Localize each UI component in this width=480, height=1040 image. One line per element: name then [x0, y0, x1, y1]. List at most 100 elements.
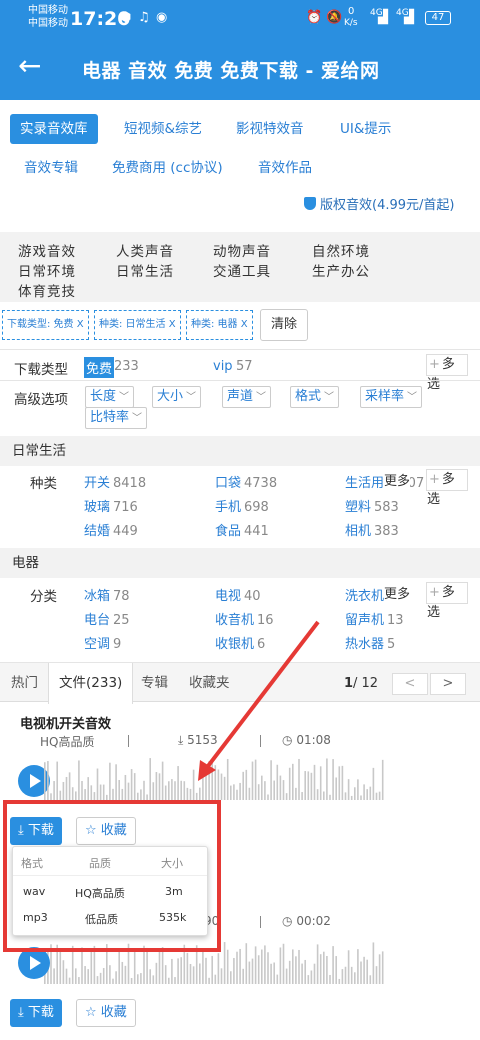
filter-chip-appliance[interactable]: 种类: 电器 X [186, 310, 253, 340]
waveform-bar [254, 759, 257, 800]
plus-icon: + [429, 585, 440, 600]
appliance-item[interactable]: 空调 9 [84, 633, 121, 652]
waveform-bar [199, 963, 201, 984]
kind-item[interactable]: 口袋 4738 [215, 472, 277, 491]
appliance-item[interactable]: 冰箱 78 [84, 585, 130, 604]
category-transport[interactable]: 交通工具 [213, 260, 271, 280]
appliance-item[interactable]: 电台 25 [84, 609, 130, 628]
multi-select-button[interactable]: + 多选 [426, 354, 468, 392]
category-animal[interactable]: 动物声音 [213, 240, 271, 260]
waveform-bar [50, 793, 52, 800]
vip-filter-link[interactable]: vip [213, 359, 233, 374]
waveform-bar [223, 776, 226, 800]
waveform-bar [118, 780, 120, 800]
copyright-sounds-link[interactable]: 版权音效(4.99元/首起) [304, 194, 454, 213]
size-dropdown[interactable]: 大小 ﹀ [152, 386, 202, 408]
category-human[interactable]: 人类声音 [116, 240, 174, 260]
format-dropdown[interactable]: 格式 ﹀ [290, 386, 340, 408]
category-sports[interactable]: 体育竞技 [18, 280, 76, 300]
channel-label: 声道 [227, 389, 254, 404]
waveform-bar [319, 766, 322, 800]
appliance-item[interactable]: 电视 40 [215, 585, 261, 604]
waveform-bar [140, 973, 142, 984]
more-button[interactable]: 更多 [384, 470, 411, 489]
waveform-bar [381, 951, 384, 984]
more-button[interactable]: 更多 [384, 583, 411, 602]
multi-select-button[interactable]: + 多选 [426, 469, 468, 507]
appliance-item-count: 25 [113, 613, 130, 628]
waveform[interactable] [44, 756, 384, 800]
category-daily-life[interactable]: 日常生活 [116, 260, 174, 280]
kind-item[interactable]: 手机 698 [215, 496, 269, 515]
waveform-bar [251, 761, 254, 800]
tab-film-effects[interactable]: 影视特效音 [226, 114, 314, 144]
tab-short-video[interactable]: 短视频&综艺 [114, 114, 212, 144]
appliance-item[interactable]: 热水器 5 [345, 633, 395, 652]
waveform-bar [332, 759, 334, 800]
waveform-bar [47, 761, 49, 800]
category-office[interactable]: 生产办公 [312, 260, 370, 280]
tab-ui-sounds[interactable]: UI&提示 [330, 114, 401, 144]
waveform-bar [375, 792, 378, 800]
filter-chip-free[interactable]: 下载类型: 免费 X [2, 310, 89, 340]
back-arrow-icon[interactable]: ← [18, 50, 41, 82]
waveform-bar [220, 968, 223, 984]
multi-select-button[interactable]: + 多选 [426, 582, 468, 620]
kind-item-count: 4738 [244, 476, 278, 491]
appliance-item[interactable]: 留声机 13 [345, 609, 404, 628]
carrier-2: 中国移动 [28, 18, 68, 29]
waveform-bar [161, 947, 164, 984]
waveform-bar [264, 945, 266, 984]
waveform-bar [375, 966, 378, 984]
kind-item[interactable]: 塑料 583 [345, 496, 399, 515]
appliance-item[interactable]: 收银机 6 [215, 633, 265, 652]
waveform-bar [59, 790, 62, 800]
tab-works[interactable]: 音效作品 [248, 153, 322, 183]
tab-files[interactable]: 文件(233) [48, 663, 134, 704]
kind-item-name: 口袋 [215, 476, 242, 491]
tab-album[interactable]: 专辑 [141, 663, 168, 703]
tab-favorites[interactable]: 收藏夹 [189, 663, 230, 703]
tab-field-recordings[interactable]: 实录音效库 [10, 114, 98, 144]
tab-hot[interactable]: 热门 [11, 663, 38, 703]
category-nature[interactable]: 自然环境 [312, 240, 370, 260]
filter-chip-daily-life[interactable]: 种类: 日常生活 X [94, 310, 181, 340]
waveform-bar [257, 784, 260, 800]
favorite-button[interactable]: ☆ 收藏 [76, 999, 136, 1027]
tab-free-commercial[interactable]: 免费商用 (cc协议) [102, 153, 233, 183]
kind-item[interactable]: 玻璃 716 [84, 496, 138, 515]
waveform-bar [168, 977, 170, 984]
kind-item[interactable]: 结婚 449 [84, 520, 138, 539]
clear-filters-button[interactable]: 清除 [260, 309, 308, 341]
appliance-item-count: 9 [113, 637, 122, 652]
song-title[interactable]: 电视机开关音效 [20, 713, 111, 732]
waveform-bar [171, 779, 173, 800]
download-label: 下载 [27, 1005, 54, 1020]
free-filter-link[interactable]: 免费 [84, 357, 115, 378]
category-daily-env[interactable]: 日常环境 [18, 260, 76, 280]
waveform-bar [124, 965, 127, 984]
waveform-bar [372, 942, 375, 984]
category-game[interactable]: 游戏音效 [18, 240, 76, 260]
kind-item[interactable]: 相机 383 [345, 520, 399, 539]
waveform-bar [53, 781, 55, 800]
waveform-bar [273, 780, 275, 800]
waveform-bar [298, 949, 300, 984]
appliance-item[interactable]: 收音机 16 [215, 609, 274, 628]
waveform-bar [161, 761, 164, 800]
sample-rate-dropdown[interactable]: 采样率 ﹀ [360, 386, 423, 408]
channel-dropdown[interactable]: 声道 ﹀ [222, 386, 272, 408]
prev-page-button[interactable]: < [392, 673, 428, 695]
tab-albums[interactable]: 音效专辑 [14, 153, 88, 183]
waveform-bar [341, 969, 344, 984]
download-button[interactable]: ⤓ 下载 [10, 999, 62, 1027]
next-page-button[interactable]: > [430, 673, 466, 695]
waveform-bar [292, 949, 294, 984]
length-dropdown[interactable]: 长度 ﹀ [85, 386, 135, 408]
bitrate-dropdown[interactable]: 比特率 ﹀ [85, 407, 148, 429]
kind-item[interactable]: 食品 441 [215, 520, 269, 539]
waveform-bar [205, 765, 207, 800]
waveform-bar [174, 781, 176, 800]
waveform-bar [146, 947, 148, 984]
kind-item[interactable]: 开关 8418 [84, 472, 146, 491]
